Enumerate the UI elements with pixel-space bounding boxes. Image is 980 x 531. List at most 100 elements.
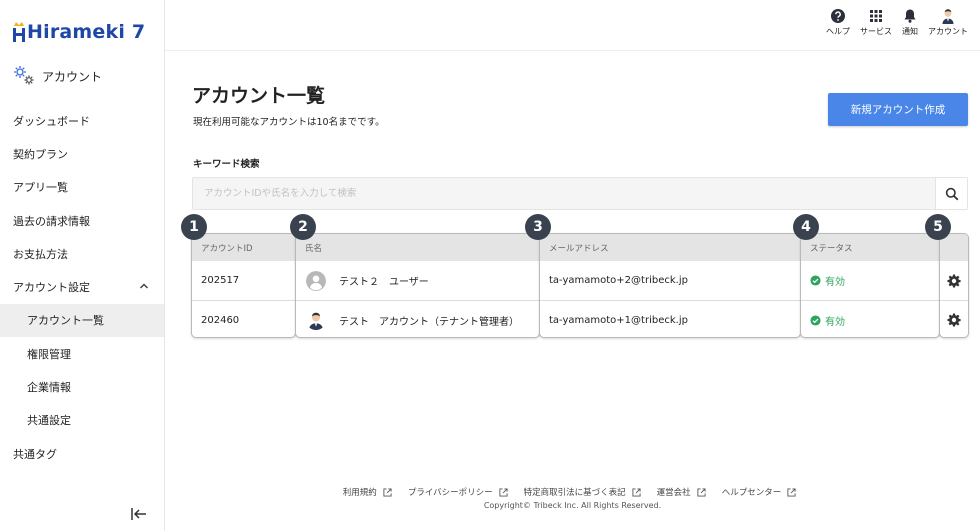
sidebar-item-permissions[interactable]: 権限管理 <box>0 337 164 370</box>
check-circle-icon <box>810 275 821 286</box>
search-button[interactable] <box>935 178 967 209</box>
logo-crown-icon <box>12 21 26 43</box>
logo-text: Hirameki 7 <box>27 21 146 43</box>
account-button[interactable]: アカウント <box>928 8 968 37</box>
topbar: ヘルプ サービス 通知 アカウント <box>165 0 980 51</box>
external-link-icon <box>632 487 641 497</box>
header-status: ステータス <box>801 234 939 261</box>
sidebar-item-company-info[interactable]: 企業情報 <box>0 370 164 403</box>
copyright: Copyright© Tribeck Inc. All Rights Reser… <box>483 501 662 510</box>
name-cell: テスト アカウント（テナント管理者） <box>339 316 519 328</box>
column-settings <box>939 233 969 338</box>
sidebar-section-label: アカウント <box>42 69 103 84</box>
sidebar-item-label: ダッシュボード <box>13 114 90 128</box>
gears-icon <box>14 66 34 85</box>
status-badge: 有効 <box>810 273 845 288</box>
sidebar-item-label: 企業情報 <box>27 381 71 395</box>
account-id-cell: 202517 <box>201 275 240 286</box>
table-row[interactable]: 有効 <box>801 261 939 300</box>
search-input[interactable] <box>193 178 933 209</box>
user-avatar-icon <box>309 312 323 330</box>
table-row[interactable]: テスト アカウント（テナント管理者） <box>296 300 539 337</box>
top-icons: ヘルプ サービス 通知 アカウント <box>826 8 968 37</box>
external-link-icon <box>787 487 796 497</box>
chevron-up-icon <box>140 284 148 289</box>
search-icon <box>945 187 958 200</box>
keyword-search-label: キーワード検索 <box>193 159 260 170</box>
sidebar-item-label: 共通タグ <box>13 447 57 461</box>
check-circle-icon <box>810 314 821 326</box>
gear-icon <box>947 274 961 287</box>
footer-link-label: 特定商取引法に基づく表記 <box>523 488 626 498</box>
services-button[interactable]: サービス <box>860 8 892 37</box>
sidebar-item-label: アカウント一覧 <box>27 314 104 328</box>
collapse-sidebar-icon[interactable] <box>130 507 148 521</box>
table-row[interactable]: ta-yamamoto+2@tribeck.jp <box>540 261 800 300</box>
sidebar-item-account-list[interactable]: アカウント一覧 <box>0 303 164 338</box>
badge-5: 5 <box>925 214 951 240</box>
column-email: メールアドレス ta-yamamoto+2@tribeck.jp ta-yama… <box>539 233 801 338</box>
row-settings-button[interactable] <box>940 261 968 300</box>
account-id-cell: 202460 <box>201 314 240 326</box>
logo[interactable]: Hirameki 7 <box>12 18 145 46</box>
external-link-icon <box>499 487 508 497</box>
badge-3: 3 <box>525 214 551 240</box>
header-account-id: アカウントID <box>192 234 295 261</box>
footer-links: 利用規約 プライバシーポリシー 特定商取引法に基づく表記 運営会社 ヘルプセンタ… <box>165 486 980 498</box>
sidebar-item-common-settings[interactable]: 共通設定 <box>0 404 164 437</box>
default-avatar-icon <box>306 270 326 291</box>
page-subtitle: 現在利用可能なアカウントは10名までです。 <box>193 117 385 128</box>
sidebar-item-label: 共通設定 <box>27 414 71 428</box>
footer-link-commerce-law[interactable]: 特定商取引法に基づく表記 <box>524 486 641 498</box>
table-row[interactable]: 202517 <box>192 261 295 300</box>
sidebar-item-label: お支払方法 <box>13 247 68 261</box>
sidebar-nav: ダッシュボード 契約プラン アプリ一覧 過去の請求情報 お支払方法 アカウント設… <box>0 104 164 470</box>
account-label: アカウント <box>928 27 968 36</box>
table-row[interactable]: テスト２ ユーザー <box>296 261 539 300</box>
name-cell: テスト２ ユーザー <box>339 277 429 288</box>
footer-link-help-center[interactable]: ヘルプセンター <box>722 486 797 498</box>
table-row[interactable]: 202460 <box>192 300 295 337</box>
search-box <box>192 177 968 210</box>
sidebar-item-account-settings[interactable]: アカウント設定 <box>0 270 164 303</box>
table-row[interactable]: ta-yamamoto+1@tribeck.jp <box>540 300 800 337</box>
help-label: ヘルプ <box>826 27 850 36</box>
header-name: 氏名 <box>296 234 539 261</box>
help-button[interactable]: ヘルプ <box>826 8 850 37</box>
row-settings-button[interactable] <box>940 300 968 337</box>
sidebar-item-label: アプリ一覧 <box>13 181 68 195</box>
sidebar-item-app-list[interactable]: アプリ一覧 <box>0 171 164 204</box>
main-content: アカウント一覧 現在利用可能なアカウントは10名までです。 新規アカウント作成 … <box>165 51 980 531</box>
status-badge: 有効 <box>810 313 845 328</box>
badge-1: 1 <box>181 214 207 240</box>
footer-link-label: プライバシーポリシー <box>407 488 493 498</box>
sidebar-item-billing-history[interactable]: 過去の請求情報 <box>0 204 164 237</box>
external-link-icon <box>697 487 706 497</box>
sidebar-item-payment-method[interactable]: お支払方法 <box>0 237 164 270</box>
services-label: サービス <box>860 27 892 36</box>
sidebar-item-contract-plan[interactable]: 契約プラン <box>0 137 164 170</box>
page-title: アカウント一覧 <box>192 85 326 107</box>
sidebar-item-common-tags[interactable]: 共通タグ <box>0 437 164 470</box>
sidebar-item-label: 契約プラン <box>13 147 68 161</box>
footer-link-company[interactable]: 運営会社 <box>657 486 706 498</box>
footer-link-terms[interactable]: 利用規約 <box>343 486 392 498</box>
email-cell: ta-yamamoto+2@tribeck.jp <box>549 275 688 286</box>
footer-link-privacy[interactable]: プライバシーポリシー <box>408 486 508 498</box>
create-account-button[interactable]: 新規アカウント作成 <box>828 93 968 126</box>
status-text: 有効 <box>825 316 845 328</box>
column-status: ステータス 有効 有効 <box>800 233 940 338</box>
footer: 利用規約 プライバシーポリシー 特定商取引法に基づく表記 運営会社 ヘルプセンタ… <box>165 486 980 510</box>
sidebar-item-label: アカウント設定 <box>13 281 90 295</box>
table-row[interactable]: 有効 <box>801 300 939 337</box>
badge-2: 2 <box>290 214 316 240</box>
sidebar-item-dashboard[interactable]: ダッシュボード <box>0 104 164 137</box>
email-cell: ta-yamamoto+1@tribeck.jp <box>549 314 688 326</box>
status-text: 有効 <box>825 277 845 288</box>
header-email: メールアドレス <box>540 234 800 261</box>
notifications-button[interactable]: 通知 <box>902 8 918 37</box>
badge-4: 4 <box>793 214 819 240</box>
column-account-id: アカウントID 202517 202460 <box>191 233 296 338</box>
help-icon <box>831 9 845 23</box>
footer-link-label: 利用規約 <box>342 488 377 498</box>
